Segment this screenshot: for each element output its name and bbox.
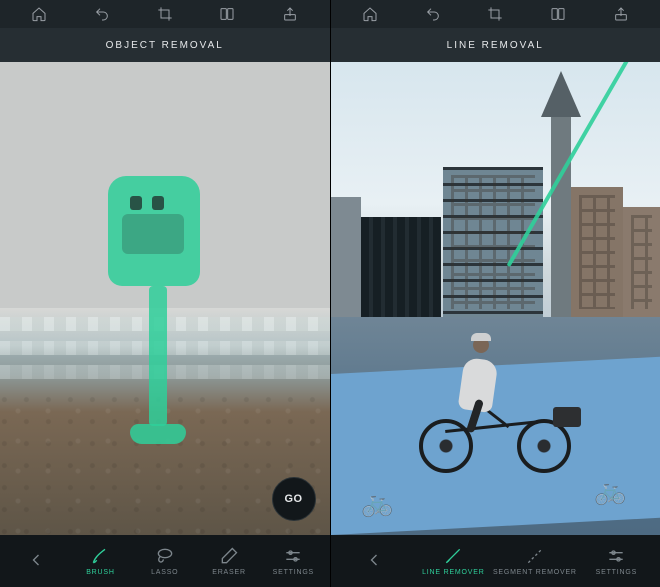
panel-title-text: OBJECT REMOVAL bbox=[106, 40, 224, 51]
bike-lane-icon: 🚲 bbox=[361, 487, 393, 520]
panel-line-removal: LINE REMOVAL 🚲 🚲 bbox=[330, 0, 660, 587]
beach-scene bbox=[0, 62, 330, 535]
tool-label: SETTINGS bbox=[273, 569, 314, 576]
share-icon[interactable] bbox=[281, 5, 299, 23]
building bbox=[361, 217, 441, 317]
topbar-right bbox=[331, 0, 660, 28]
wave bbox=[0, 317, 330, 331]
tool-label: SETTINGS bbox=[596, 569, 637, 576]
panel-object-removal: OBJECT REMOVAL GO bbox=[0, 0, 330, 587]
canvas-right[interactable]: 🚲 🚲 bbox=[331, 62, 660, 535]
home-icon[interactable] bbox=[30, 5, 48, 23]
compare-icon[interactable] bbox=[549, 5, 567, 23]
go-button[interactable]: GO bbox=[272, 477, 316, 521]
tool-label: BRUSH bbox=[86, 569, 115, 576]
tool-settings[interactable]: SETTINGS bbox=[261, 546, 325, 576]
lasso-icon bbox=[155, 546, 175, 566]
back-icon bbox=[364, 550, 384, 570]
tool-eraser[interactable]: ERASER bbox=[197, 546, 261, 576]
topbar-left bbox=[0, 0, 330, 28]
tool-label: LASSO bbox=[151, 569, 178, 576]
tower bbox=[551, 117, 571, 317]
building bbox=[331, 197, 361, 317]
share-icon[interactable] bbox=[612, 5, 630, 23]
tool-label: ERASER bbox=[212, 569, 246, 576]
wave bbox=[0, 365, 330, 379]
building bbox=[571, 187, 623, 317]
back-button[interactable] bbox=[335, 550, 414, 573]
panel-title-text: LINE REMOVAL bbox=[447, 40, 544, 51]
back-icon bbox=[26, 550, 46, 570]
compare-icon[interactable] bbox=[218, 5, 236, 23]
crop-icon[interactable] bbox=[156, 5, 174, 23]
tool-label: LINE REMOVER bbox=[422, 569, 485, 576]
wave bbox=[0, 341, 330, 355]
line-remover-icon bbox=[443, 546, 463, 566]
city-scene: 🚲 🚲 bbox=[331, 62, 660, 535]
tool-brush[interactable]: BRUSH bbox=[68, 546, 132, 576]
sliders-icon bbox=[606, 546, 626, 566]
tool-settings[interactable]: SETTINGS bbox=[577, 546, 656, 576]
home-icon[interactable] bbox=[361, 5, 379, 23]
undo-icon[interactable] bbox=[93, 5, 111, 23]
undo-icon[interactable] bbox=[424, 5, 442, 23]
toolbar-left: BRUSH LASSO ERASER SETTINGS bbox=[0, 535, 330, 587]
sliders-icon bbox=[283, 546, 303, 566]
tool-lasso[interactable]: LASSO bbox=[133, 546, 197, 576]
tool-segment-remover[interactable]: SEGMENT REMOVER bbox=[493, 546, 577, 576]
tool-label: SEGMENT REMOVER bbox=[493, 569, 577, 576]
panel-title: LINE REMOVAL bbox=[331, 28, 660, 62]
brush-icon bbox=[90, 546, 110, 566]
back-button[interactable] bbox=[4, 550, 68, 573]
toolbar-right: LINE REMOVER SEGMENT REMOVER SETTINGS bbox=[331, 535, 660, 587]
cyclist bbox=[415, 333, 575, 473]
crop-icon[interactable] bbox=[486, 5, 504, 23]
eraser-icon bbox=[219, 546, 239, 566]
go-button-label: GO bbox=[284, 493, 302, 505]
building bbox=[623, 207, 660, 317]
tool-line-remover[interactable]: LINE REMOVER bbox=[414, 546, 493, 576]
canvas-left[interactable]: GO bbox=[0, 62, 330, 535]
building bbox=[443, 167, 543, 317]
segment-remover-icon bbox=[525, 546, 545, 566]
panel-title: OBJECT REMOVAL bbox=[0, 28, 330, 62]
bike-lane-icon: 🚲 bbox=[594, 475, 626, 508]
